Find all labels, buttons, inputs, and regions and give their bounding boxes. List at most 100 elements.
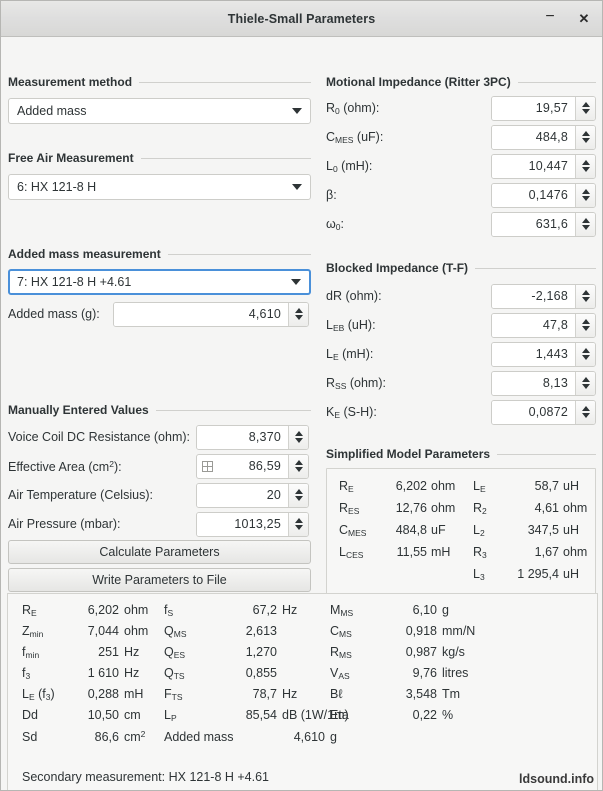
motional-spinner-beta[interactable]: 0,1476 xyxy=(491,182,596,208)
stepper[interactable] xyxy=(575,284,595,308)
voice-coil-dc-resistance-input[interactable]: 8,370 xyxy=(197,425,288,449)
motional-spinner-omega0[interactable]: 631,6 xyxy=(491,211,596,237)
stepper-down-icon[interactable] xyxy=(581,355,590,360)
stepper-up-icon[interactable] xyxy=(294,460,303,465)
result-sym: MMS xyxy=(330,603,354,618)
added-mass-input[interactable]: 4,610 xyxy=(114,302,288,326)
stepper[interactable] xyxy=(288,512,308,536)
stepper-up-icon[interactable] xyxy=(294,431,303,436)
stepper-down-icon[interactable] xyxy=(581,384,590,389)
measurement-method-select[interactable]: Added mass xyxy=(8,98,311,124)
blocked-input-leb[interactable]: 47,8 xyxy=(492,313,575,337)
stepper-up-icon[interactable] xyxy=(581,290,590,295)
air-temperature-row: Air Temperature (Celsius): 20 xyxy=(8,482,311,508)
measurement-method-value: Added mass xyxy=(17,104,87,118)
stepper-down-icon[interactable] xyxy=(581,225,590,230)
effective-area-input[interactable]: 86,59 xyxy=(213,454,288,478)
stepper-up-icon[interactable] xyxy=(581,189,590,194)
result-value: 7,044 xyxy=(87,624,119,638)
blocked-input-dr[interactable]: -2,168 xyxy=(492,284,575,308)
blocked-spinner-leb[interactable]: 47,8 xyxy=(491,312,596,338)
blocked-row-dr: dR (ohm): -2,168 xyxy=(326,283,596,309)
blocked-spinner-rss[interactable]: 8,13 xyxy=(491,370,596,396)
stepper[interactable] xyxy=(575,371,595,395)
stepper-down-icon[interactable] xyxy=(581,326,590,331)
blocked-input-rss[interactable]: 8,13 xyxy=(492,371,575,395)
stepper-down-icon[interactable] xyxy=(581,413,590,418)
air-pressure-spinner[interactable]: 1013,25 xyxy=(196,511,309,537)
group-rule xyxy=(155,409,311,411)
result-sym: QMS xyxy=(164,624,187,639)
stepper-down-icon[interactable] xyxy=(294,467,303,472)
simplified-sym: L2 xyxy=(473,523,485,538)
stepper[interactable] xyxy=(288,425,308,449)
stepper-up-icon[interactable] xyxy=(581,406,590,411)
stepper-down-icon[interactable] xyxy=(581,109,590,114)
free-air-measurement-select[interactable]: 6: HX 121-8 H xyxy=(8,174,311,200)
stepper-up-icon[interactable] xyxy=(581,348,590,353)
group-manual-values: Manually Entered Values xyxy=(1,403,319,417)
stepper[interactable] xyxy=(575,96,595,120)
blocked-spinner-ke[interactable]: 0,0872 xyxy=(491,399,596,425)
stepper-down-icon[interactable] xyxy=(581,138,590,143)
stepper-up-icon[interactable] xyxy=(294,308,303,313)
stepper[interactable] xyxy=(575,183,595,207)
motional-input-r0[interactable]: 19,57 xyxy=(492,96,575,120)
write-parameters-to-file-button[interactable]: Write Parameters to File xyxy=(8,568,311,592)
motional-input-beta[interactable]: 0,1476 xyxy=(492,183,575,207)
title-bar: Thiele-Small Parameters − ✕ xyxy=(1,1,602,37)
stepper-down-icon[interactable] xyxy=(581,196,590,201)
stepper[interactable] xyxy=(575,212,595,236)
group-rule xyxy=(139,81,311,83)
blocked-input-le[interactable]: 1,443 xyxy=(492,342,575,366)
motional-spinner-r0[interactable]: 19,57 xyxy=(491,95,596,121)
air-temperature-spinner[interactable]: 20 xyxy=(196,482,309,508)
stepper-up-icon[interactable] xyxy=(581,102,590,107)
effective-area-spinner[interactable]: 86,59 xyxy=(196,453,309,479)
stepper-up-icon[interactable] xyxy=(581,218,590,223)
motional-input-cmes[interactable]: 484,8 xyxy=(492,125,575,149)
blocked-input-ke[interactable]: 0,0872 xyxy=(492,400,575,424)
stepper-down-icon[interactable] xyxy=(581,297,590,302)
simplified-sym: CMES xyxy=(339,523,367,538)
stepper-down-icon[interactable] xyxy=(294,525,303,530)
stepper[interactable] xyxy=(575,400,595,424)
stepper[interactable] xyxy=(575,313,595,337)
stepper-up-icon[interactable] xyxy=(294,489,303,494)
stepper-up-icon[interactable] xyxy=(581,319,590,324)
result-unit: cm2 xyxy=(124,729,146,744)
stepper-down-icon[interactable] xyxy=(294,315,303,320)
motional-input-omega0[interactable]: 631,6 xyxy=(492,212,575,236)
stepper-down-icon[interactable] xyxy=(581,167,590,172)
close-icon[interactable]: ✕ xyxy=(574,9,594,29)
stepper-up-icon[interactable] xyxy=(294,518,303,523)
added-mass-stepper[interactable] xyxy=(288,302,308,326)
window-title: Thiele-Small Parameters xyxy=(227,11,376,26)
grid-icon[interactable] xyxy=(202,460,213,472)
stepper-up-icon[interactable] xyxy=(581,160,590,165)
stepper[interactable] xyxy=(575,154,595,178)
stepper-up-icon[interactable] xyxy=(581,131,590,136)
stepper[interactable] xyxy=(288,483,308,507)
stepper[interactable] xyxy=(575,342,595,366)
added-mass-spinner[interactable]: 4,610 xyxy=(113,301,309,327)
stepper-down-icon[interactable] xyxy=(294,496,303,501)
motional-spinner-l0[interactable]: 10,447 xyxy=(491,153,596,179)
stepper-down-icon[interactable] xyxy=(294,438,303,443)
voice-coil-dc-resistance-spinner[interactable]: 8,370 xyxy=(196,424,309,450)
air-temperature-input[interactable]: 20 xyxy=(197,483,288,507)
motional-input-l0[interactable]: 10,447 xyxy=(492,154,575,178)
group-label-blocked-impedance: Blocked Impedance (T-F) xyxy=(326,261,469,275)
added-mass-measurement-select[interactable]: 7: HX 121-8 H +4.61 xyxy=(8,269,311,295)
stepper[interactable] xyxy=(288,454,308,478)
stepper[interactable] xyxy=(575,125,595,149)
motional-row-beta: β: 0,1476 xyxy=(326,182,596,208)
blocked-spinner-dr[interactable]: -2,168 xyxy=(491,283,596,309)
motional-spinner-cmes[interactable]: 484,8 xyxy=(491,124,596,150)
blocked-row-ke: KE (S-H): 0,0872 xyxy=(326,399,596,425)
air-pressure-input[interactable]: 1013,25 xyxy=(197,512,288,536)
calculate-parameters-button[interactable]: Calculate Parameters xyxy=(8,540,311,564)
stepper-up-icon[interactable] xyxy=(581,377,590,382)
blocked-spinner-le[interactable]: 1,443 xyxy=(491,341,596,367)
minimize-icon[interactable]: − xyxy=(540,8,560,29)
